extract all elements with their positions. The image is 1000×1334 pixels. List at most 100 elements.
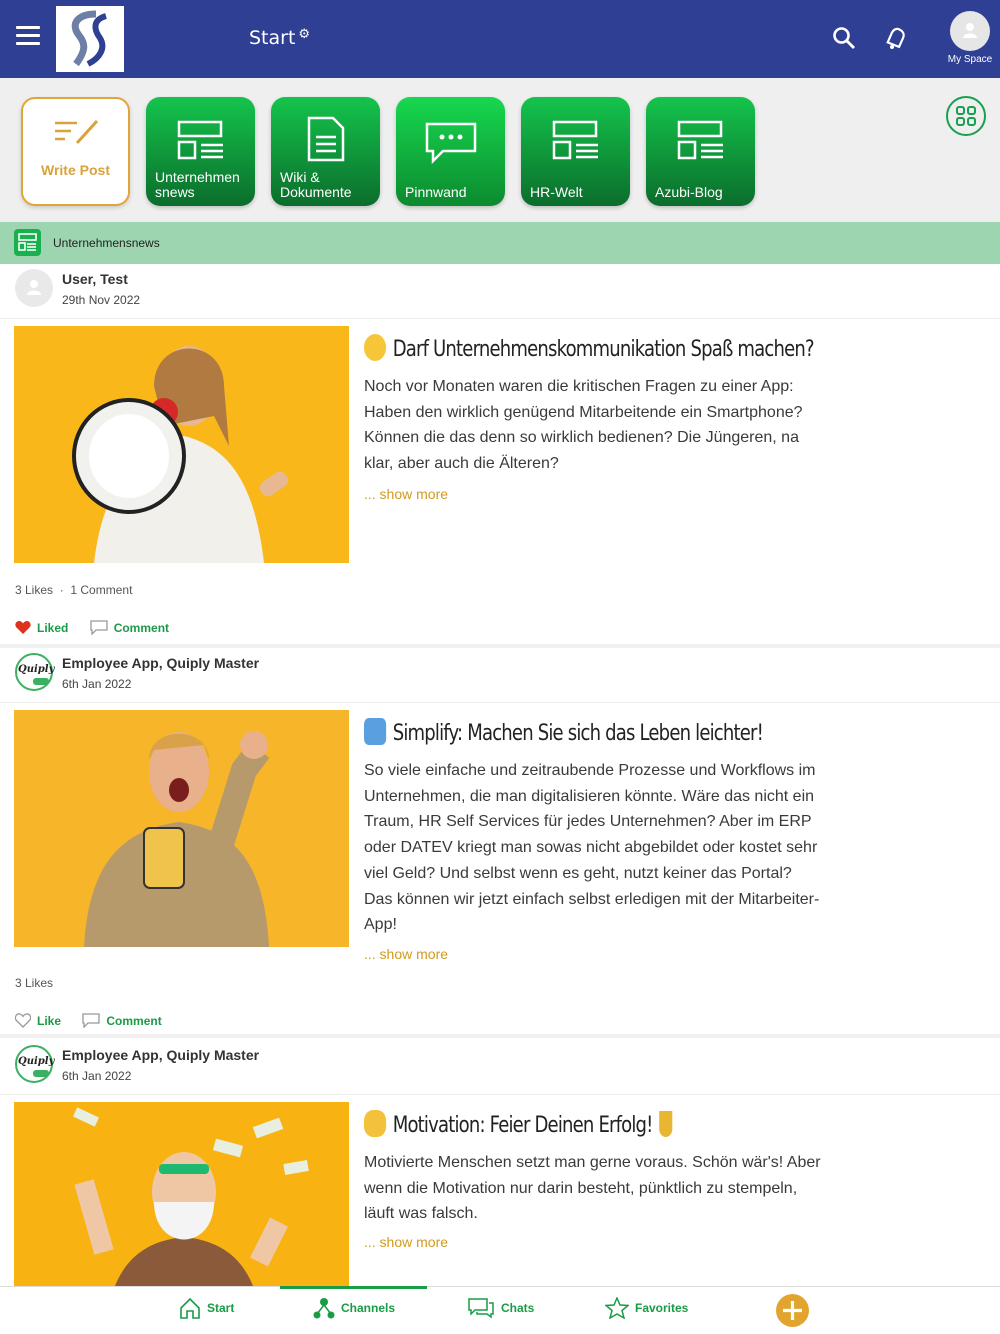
genie-emoji-icon: [364, 718, 387, 745]
newsfeed-icon: [552, 120, 598, 160]
comment-label: Comment: [113, 620, 170, 635]
post-title[interactable]: Darf Unternehmenskommunikation Spaß mach…: [364, 334, 815, 362]
channel-tile-label: Azubi-Blog: [655, 184, 723, 200]
post-image[interactable]: [14, 326, 349, 563]
page-title-text: Start: [249, 27, 296, 49]
newsfeed-icon: [14, 229, 41, 256]
nav-label: Favorites: [635, 1301, 689, 1315]
show-more-link[interactable]: ... show more: [364, 486, 448, 502]
divider: [0, 1034, 1000, 1038]
avatar-brand-text: Quiply: [18, 664, 55, 675]
like-label: Like: [37, 1013, 62, 1028]
avatar: [15, 269, 53, 307]
like-label: Liked: [37, 620, 69, 635]
my-space-label: My Space: [947, 54, 993, 65]
like-button[interactable]: Like: [15, 1013, 61, 1028]
post-header[interactable]: User, Test 29th Nov 2022: [0, 264, 1000, 319]
my-space-button[interactable]: My Space: [944, 11, 996, 65]
all-channels-grid-icon[interactable]: [946, 96, 986, 136]
company-logo[interactable]: [56, 6, 124, 72]
nav-favorites[interactable]: Favorites: [605, 1297, 688, 1319]
likes-count[interactable]: 3 Likes: [15, 583, 53, 597]
show-more-link[interactable]: ... show more: [364, 946, 448, 962]
avatar: [950, 11, 990, 51]
channel-tiles-bar: Write Post Unternehmen snews Wiki & Doku…: [0, 78, 1000, 222]
post-date: 29th Nov 2022: [62, 293, 141, 307]
channels-icon: [313, 1298, 335, 1319]
medal-emoji-icon: [659, 1111, 673, 1137]
post-body: So viele einfache und zeitraubende Proze…: [364, 762, 820, 934]
nav-channels[interactable]: Channels: [313, 1297, 395, 1319]
bell-icon[interactable]: [884, 25, 908, 51]
post-title[interactable]: Motivation: Feier Deinen Erfolg!: [364, 1110, 673, 1138]
show-more-link[interactable]: ... show more: [364, 1234, 448, 1250]
write-post-button[interactable]: Write Post: [21, 97, 130, 206]
add-button[interactable]: [776, 1294, 809, 1327]
heart-filled-icon: [15, 620, 31, 634]
post-image[interactable]: [14, 710, 349, 947]
post-body: Noch vor Monaten waren die kritischen Fr…: [364, 378, 803, 473]
channel-tile-label: HR-Welt: [530, 184, 583, 200]
search-icon[interactable]: [832, 26, 856, 50]
channel-tile-label: Pinnwand: [405, 184, 467, 200]
channel-tile-hr-welt[interactable]: HR-Welt: [521, 97, 630, 206]
post-counts: 3 Likes · 1 Comment: [15, 583, 133, 597]
channel-tile-unternehmensnews[interactable]: Unternehmen snews: [146, 97, 255, 206]
avatar: Quiply: [15, 653, 55, 691]
post-author: Employee App, Quiply Master: [62, 1047, 260, 1063]
edit-icon: [55, 119, 99, 145]
bottom-navigation: Start Channels Chats Favorites: [0, 1286, 1000, 1334]
newsfeed-icon: [177, 120, 223, 160]
plus-icon: [783, 1301, 802, 1320]
nav-label: Chats: [501, 1301, 535, 1315]
post-title-text: Simplify: Machen Sie sich das Leben leic…: [392, 721, 764, 746]
post-title-text: Motivation: Feier Deinen Erfolg!: [392, 1113, 654, 1138]
nav-label: Channels: [341, 1301, 396, 1315]
post-author: Employee App, Quiply Master: [62, 655, 260, 671]
post-title-text: Darf Unternehmenskommunikation Spaß mach…: [392, 337, 815, 362]
post-author: User, Test: [62, 271, 128, 287]
channel-header[interactable]: Unternehmensnews: [0, 222, 1000, 264]
comment-button[interactable]: Comment: [82, 1013, 162, 1028]
channel-tile-label: Wiki & Dokumente: [280, 169, 352, 200]
post-actions: Like Comment: [15, 1013, 180, 1031]
star-icon: [605, 1297, 629, 1319]
comment-icon: [82, 1013, 101, 1028]
post-actions: Liked Comment: [15, 620, 187, 638]
channel-tile-wiki[interactable]: Wiki & Dokumente: [271, 97, 380, 206]
avatar: Quiply: [15, 1045, 54, 1083]
post-title[interactable]: Simplify: Machen Sie sich das Leben leic…: [364, 718, 764, 746]
post-image[interactable]: [14, 1102, 349, 1286]
post-header[interactable]: Quiply Employee App, Quiply Master 6th J…: [0, 648, 1000, 703]
document-icon: [307, 116, 345, 162]
top-bar: Start ⚙ My Space: [0, 0, 1000, 78]
channel-tile-azubi-blog[interactable]: Azubi-Blog: [646, 97, 755, 206]
post-date: 6th Jan 2022: [62, 677, 132, 691]
channel-tile-label: Unternehmen snews: [155, 169, 240, 200]
active-tab-indicator: [280, 1286, 427, 1289]
clapping-hands-emoji-icon: [364, 1110, 387, 1137]
chat-icon: [468, 1298, 494, 1319]
page-title[interactable]: Start ⚙: [249, 27, 310, 49]
likes-count[interactable]: 3 Likes: [15, 976, 53, 990]
home-icon: [180, 1297, 200, 1319]
post-date: 6th Jan 2022: [62, 1069, 132, 1083]
star-struck-emoji-icon: [364, 334, 387, 361]
chat-bubble-icon: [425, 122, 477, 165]
newsfeed-icon: [677, 120, 723, 160]
post-card: User, Test 29th Nov 2022 Darf Unternehme…: [0, 264, 1000, 644]
like-button[interactable]: Liked: [15, 620, 68, 635]
post-body: Motivierte Menschen setzt man gerne vora…: [364, 1154, 821, 1223]
heart-outline-icon: [15, 1013, 31, 1028]
post-header[interactable]: Quiply Employee App, Quiply Master 6th J…: [0, 1040, 1000, 1095]
nav-label: Start: [207, 1301, 235, 1315]
comment-button[interactable]: Comment: [90, 620, 169, 635]
nav-chats[interactable]: Chats: [467, 1297, 534, 1319]
comment-label: Comment: [106, 1013, 162, 1028]
post-card: Quiply Employee App, Quiply Master 6th J…: [0, 648, 1000, 1034]
comments-count[interactable]: 1 Comment: [70, 583, 132, 597]
channel-tile-pinnwand[interactable]: Pinnwand: [396, 97, 505, 206]
post-counts: 3 Likes: [15, 976, 53, 990]
menu-icon[interactable]: [16, 26, 40, 46]
nav-start[interactable]: Start: [179, 1297, 234, 1319]
